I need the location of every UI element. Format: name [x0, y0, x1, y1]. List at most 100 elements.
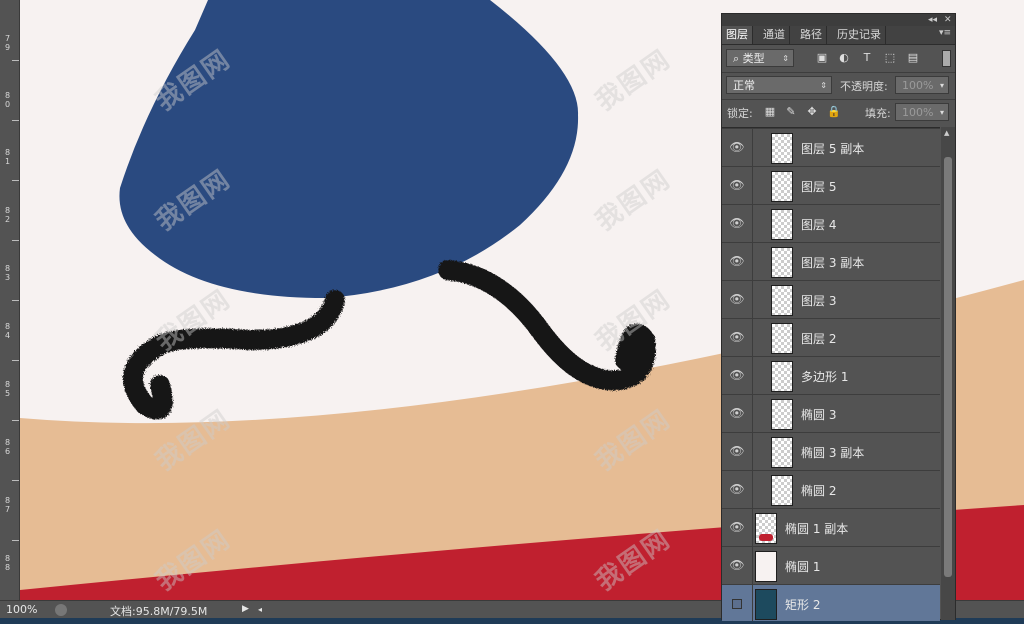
stepper-icon: ⇕	[820, 81, 827, 90]
fill-label: 填充:	[865, 107, 891, 120]
eye-icon[interactable]: 👁	[722, 281, 753, 318]
layer-row[interactable]: 👁 椭圆 1	[722, 547, 940, 585]
lock-all-icon[interactable]: 🔒	[827, 106, 841, 118]
panel-tabs: 图层 通道 路径 历史记录 ▾≡	[722, 26, 955, 45]
tab-channels[interactable]: 通道	[759, 26, 790, 44]
ruler-tick	[12, 240, 19, 241]
search-icon: ⌕	[733, 52, 743, 65]
layer-name: 图层 4	[801, 218, 837, 232]
layer-row[interactable]: 👁 多边形 1	[722, 357, 940, 395]
lock-transparent-icon[interactable]: ▦	[764, 106, 776, 118]
layer-thumbnail	[755, 551, 777, 582]
layer-thumbnail	[755, 513, 777, 544]
adjustment-filter-icon[interactable]: ◐	[838, 52, 850, 64]
lock-image-icon[interactable]: ✎	[785, 106, 797, 118]
ruler-label: 8 3	[5, 264, 11, 282]
tab-paths[interactable]: 路径	[796, 26, 827, 44]
layer-thumbnail	[755, 589, 777, 620]
blend-mode-value: 正常	[733, 79, 755, 92]
layer-thumbnail	[771, 361, 793, 392]
layer-row[interactable]: 👁 椭圆 1 副本	[722, 509, 940, 547]
layer-row[interactable]: 👁 椭圆 3 副本	[722, 433, 940, 471]
zoom-level[interactable]: 100%	[6, 603, 37, 616]
ruler-tick	[12, 420, 19, 421]
shape-filter-icon[interactable]: ⬚	[884, 52, 896, 64]
layer-row[interactable]: 👁 图层 2	[722, 319, 940, 357]
layer-row[interactable]: 👁 图层 4	[722, 205, 940, 243]
opacity-value: 100%	[902, 79, 934, 92]
layer-name: 椭圆 3 副本	[801, 446, 865, 460]
eye-icon[interactable]: 👁	[722, 167, 753, 204]
layer-name: 椭圆 1 副本	[785, 522, 849, 536]
close-icon[interactable]: ✕	[944, 14, 952, 26]
type-filter-icon[interactable]: T	[861, 52, 873, 64]
panel-menu-icon[interactable]: ▾≡	[939, 28, 951, 38]
collapse-icon[interactable]: ◂◂	[928, 14, 937, 26]
ruler-label: 8 5	[5, 380, 11, 398]
eye-icon[interactable]: 👁	[722, 471, 753, 508]
layer-row[interactable]: 👁 椭圆 3	[722, 395, 940, 433]
status-info-icon[interactable]	[55, 604, 67, 616]
fill-value: 100%	[902, 106, 934, 119]
panel-titlebar: ◂◂ ✕	[722, 14, 955, 26]
layer-name: 椭圆 2	[801, 484, 837, 498]
layer-row-selected[interactable]: 矩形 2	[722, 585, 940, 621]
layer-row[interactable]: 👁 图层 5	[722, 167, 940, 205]
image-filter-icon[interactable]: ▣	[816, 52, 828, 64]
tab-history[interactable]: 历史记录	[833, 26, 886, 44]
blend-mode-select[interactable]: 正常 ⇕	[726, 76, 832, 94]
layers-scrollbar[interactable]: ▲	[941, 127, 955, 620]
eye-icon[interactable]: 👁	[722, 395, 753, 432]
layer-row[interactable]: 👁 图层 5 副本	[722, 129, 940, 167]
ruler-label: 8 7	[5, 496, 11, 514]
scrollbar-thumb[interactable]	[944, 157, 952, 577]
layer-name: 多边形 1	[801, 370, 849, 384]
layer-row[interactable]: 👁 图层 3	[722, 281, 940, 319]
eye-icon[interactable]: 👁	[722, 433, 753, 470]
layer-name: 图层 5	[801, 180, 837, 194]
tab-layers[interactable]: 图层	[722, 26, 753, 44]
eye-icon[interactable]: 👁	[722, 205, 753, 242]
layer-thumbnail	[771, 171, 793, 202]
layer-thumbnail	[771, 133, 793, 164]
blend-row: 正常 ⇕ 不透明度: 100% ▾	[722, 72, 955, 97]
filter-row: ⌕ 类型 ⇕ ▣ ◐ T ⬚ ▤	[722, 46, 955, 70]
layer-thumbnail	[771, 437, 793, 468]
vertical-ruler: 7 9 8 0 8 1 8 2 8 3 8 4 8 5 8 6 8 7 8 8	[0, 0, 20, 600]
fill-field[interactable]: 100% ▾	[895, 103, 949, 121]
filter-kind-select[interactable]: ⌕ 类型 ⇕	[726, 49, 794, 67]
eye-icon[interactable]: 👁	[722, 357, 753, 394]
layer-thumbnail	[771, 323, 793, 354]
layers-list: 👁 图层 5 副本 👁 图层 5 👁 图层 4 👁 图层 3 副本 👁 图层 3…	[722, 127, 940, 621]
visibility-toggle[interactable]	[722, 585, 753, 621]
layer-thumbnail	[771, 209, 793, 240]
smart-object-filter-icon[interactable]: ▤	[907, 52, 919, 64]
layer-row[interactable]: 👁 椭圆 2	[722, 471, 940, 509]
scroll-up-icon[interactable]: ▲	[944, 129, 949, 137]
ruler-label: 8 8	[5, 554, 11, 572]
eye-icon[interactable]: 👁	[722, 243, 753, 280]
filter-toggle[interactable]	[942, 50, 951, 67]
ruler-tick	[12, 180, 19, 181]
eye-icon[interactable]: 👁	[722, 129, 753, 166]
layer-thumbnail	[771, 285, 793, 316]
layer-name: 矩形 2	[785, 598, 821, 612]
thumbnail-content	[759, 534, 773, 541]
ruler-label: 7 9	[5, 34, 11, 52]
status-arrow-icon[interactable]: ▶	[242, 604, 249, 614]
layer-name: 图层 3	[801, 294, 837, 308]
layer-row[interactable]: 👁 图层 3 副本	[722, 243, 940, 281]
opacity-field[interactable]: 100% ▾	[895, 76, 949, 94]
scroll-left-icon[interactable]: ◂	[258, 605, 262, 614]
eye-icon[interactable]: 👁	[722, 547, 753, 584]
opacity-label: 不透明度:	[840, 80, 888, 93]
eye-icon[interactable]: 👁	[722, 509, 753, 546]
chevron-down-icon: ▾	[939, 108, 944, 117]
layer-thumbnail	[771, 475, 793, 506]
lock-position-icon[interactable]: ✥	[806, 106, 818, 118]
layers-panel: ◂◂ ✕ 图层 通道 路径 历史记录 ▾≡ ⌕ 类型 ⇕ ▣ ◐ T ⬚ ▤ 正…	[721, 13, 956, 621]
ruler-label: 8 4	[5, 322, 11, 340]
filter-kind-label: 类型	[742, 52, 765, 65]
eye-icon[interactable]: 👁	[722, 319, 753, 356]
lock-label: 锁定:	[727, 107, 753, 120]
